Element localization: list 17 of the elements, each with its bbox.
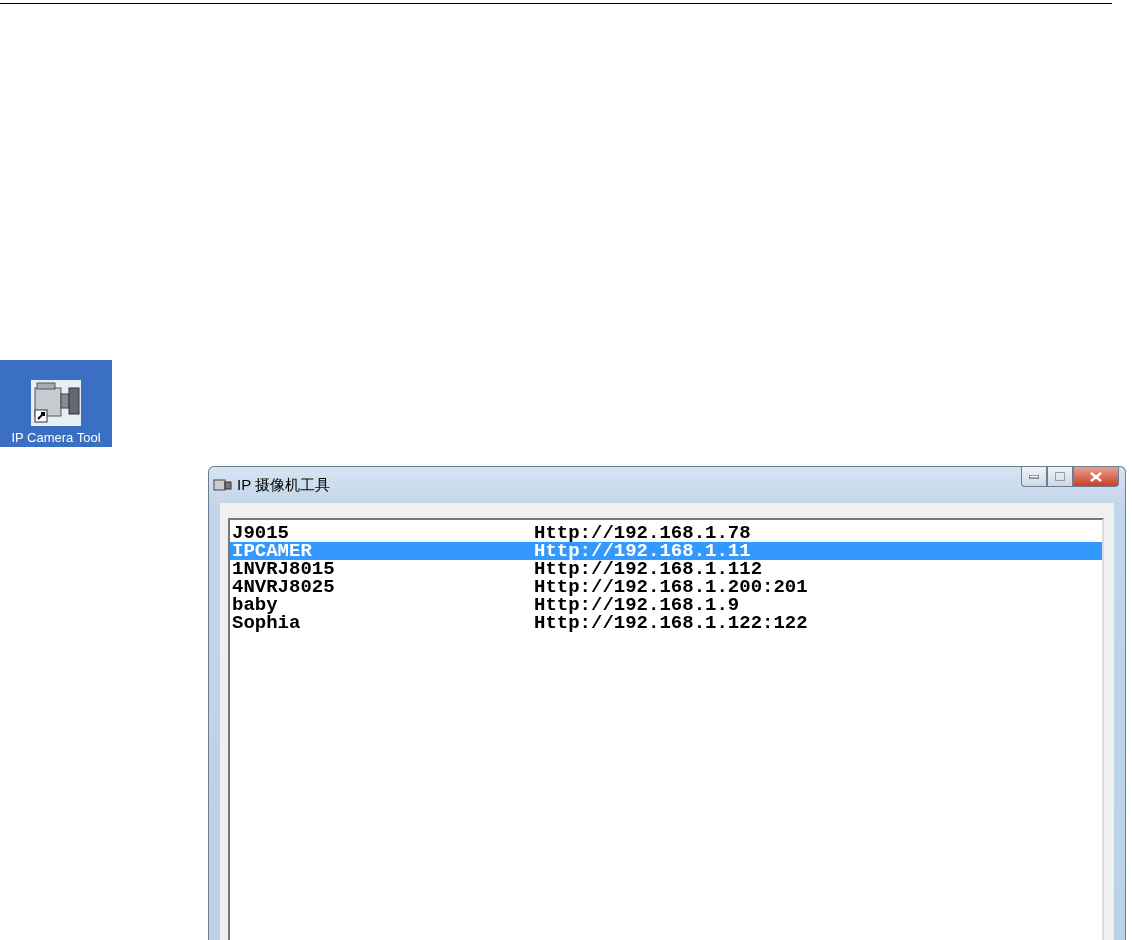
device-row[interactable]: Sophia Http://192.168.1.122:122 <box>230 614 1102 632</box>
device-row[interactable]: 1NVRJ8015 Http://192.168.1.112 <box>230 560 1102 578</box>
device-url: Http://192.168.1.78 <box>534 522 751 544</box>
shortcut-label: IP Camera Tool <box>11 430 101 445</box>
window-title: IP 摄像机工具 <box>237 475 331 495</box>
close-button[interactable] <box>1073 467 1119 487</box>
maximize-icon <box>1055 472 1065 481</box>
device-row[interactable]: J9015 Http://192.168.1.78 <box>230 524 1102 542</box>
desktop-shortcut[interactable]: IP Camera Tool <box>0 360 112 447</box>
video-camera-icon <box>31 380 81 426</box>
device-row[interactable]: baby Http://192.168.1.9 <box>230 596 1102 614</box>
close-icon <box>1090 471 1102 482</box>
device-row[interactable]: 4NVRJ8025 Http://192.168.1.200:201 <box>230 578 1102 596</box>
minimize-icon <box>1029 474 1039 479</box>
minimize-button[interactable] <box>1021 467 1047 487</box>
maximize-button[interactable] <box>1047 467 1073 487</box>
video-camera-icon <box>213 478 233 492</box>
